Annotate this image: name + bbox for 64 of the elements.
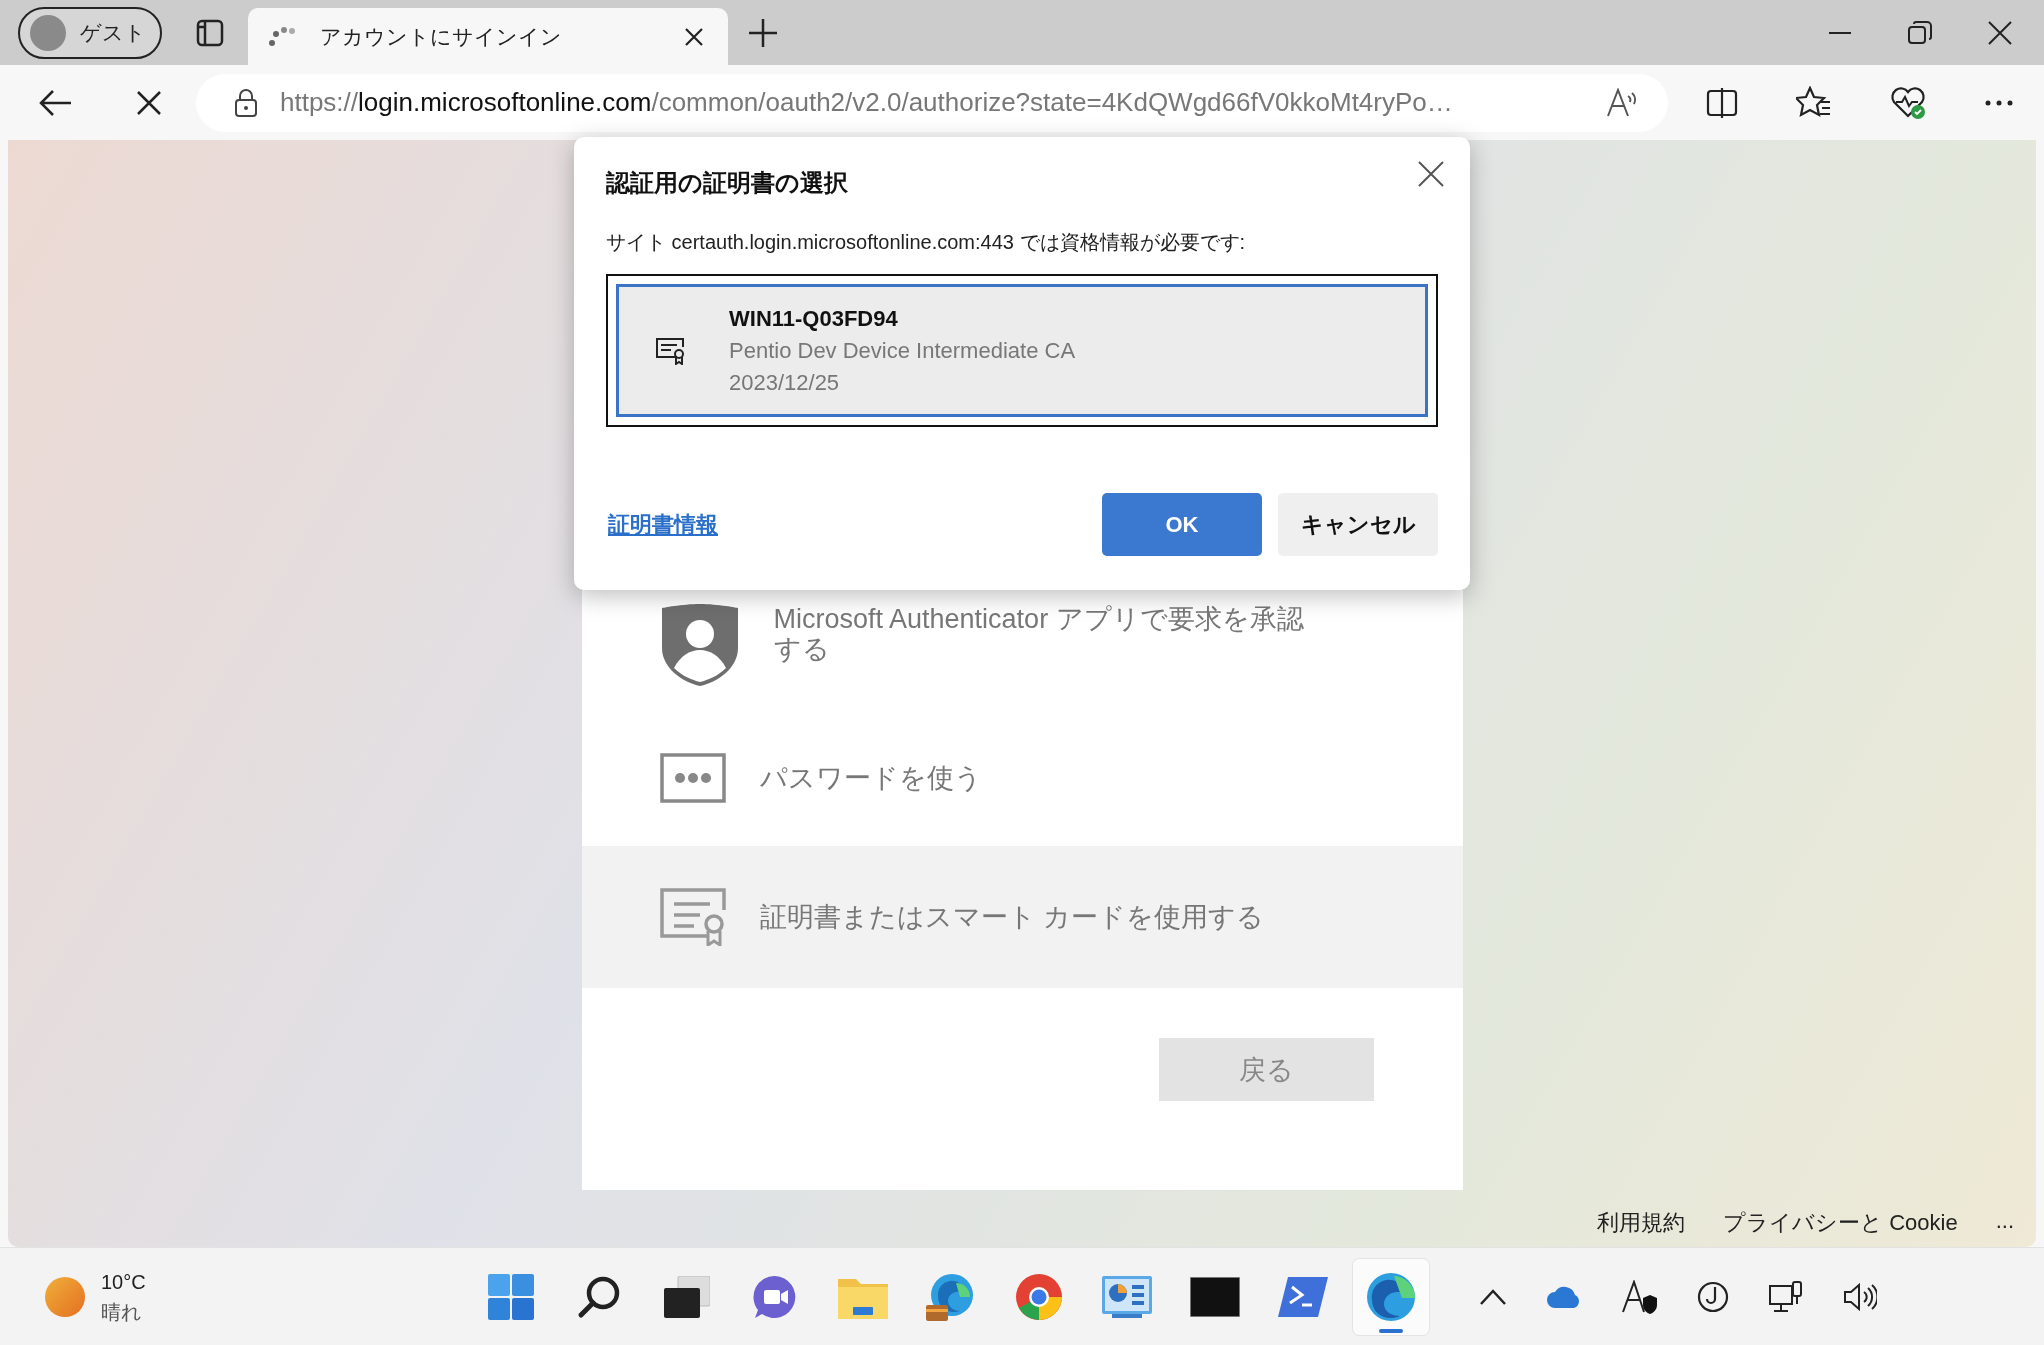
chrome-icon [1015,1272,1063,1321]
certificate-item[interactable]: WIN11-Q03FD94 Pentio Dev Device Intermediate CA 2023/12/25 [616,284,1428,417]
taskbar-app-button[interactable] [1353,1258,1429,1335]
speaker-icon [1843,1282,1877,1311]
avatar-icon [30,14,66,51]
tab-title: アカウントにサインイン [320,23,563,50]
chevron-up-icon [1479,1287,1507,1306]
certificate-date: 2023/12/25 [729,368,841,397]
cloud-icon [1547,1285,1581,1308]
edge-briefcase-icon [926,1272,976,1321]
network-monitor-icon [1769,1280,1803,1313]
option-label: 証明書またはスマート カードを使用する [759,902,1265,932]
heart-check-icon [1890,85,1926,120]
browser-tab[interactable]: アカウントにサインイン [248,8,728,65]
temperature[interactable]: 10°C [101,1266,146,1297]
sign-in-option[interactable]: パスワードを使う [581,710,1463,846]
option-label: パスワードを使う [759,763,983,793]
plus-icon [748,17,778,48]
powershell-icon [1278,1276,1328,1317]
more-icon [1984,98,2014,107]
split-screen-icon [1706,87,1738,118]
stacked-windows-icon [664,1275,710,1318]
user-shield-icon [659,604,740,686]
sun-icon[interactable] [45,1276,85,1317]
minimize-icon [1828,31,1852,34]
star-list-icon [1796,85,1832,120]
control-panel-icon [1102,1275,1152,1318]
certificate-icon [655,336,685,365]
windows-logo-icon [488,1273,534,1320]
dialog-title: 認証用の証明書の選択 [606,168,848,198]
edge-icon [1366,1271,1416,1322]
certificate-info-link[interactable]: 証明書情報 [608,509,718,540]
loading-spinner-icon [268,26,296,47]
footer-link[interactable]: プライバシーと Cookie [1723,1208,1958,1238]
restore-icon [1908,20,1932,45]
close-icon [684,26,704,47]
close-icon [136,89,162,116]
clock-icon [1697,1280,1729,1313]
url-text: https://login.microsoftonline.com/common/oauth2/v2.0/authorize?state=4KdQWgd66fV0kkoMt4ryPo… [280,87,1454,118]
certificate-icon [659,888,726,946]
ok-button[interactable]: OK [1102,493,1262,556]
certificate-issuer: Pentio Dev Device Intermediate CA [729,336,1076,365]
address-bar[interactable]: https://login.microsoftonline.com/common/oauth2/v2.0/authorize?state=4KdQWgd66fV0kkoMt4ryPo… [196,73,1668,132]
video-chat-icon [752,1273,798,1320]
footer-link[interactable]: ... [1995,1208,2014,1238]
option-label: Microsoft Authenticator アプリで要求を承認する [773,604,1305,664]
sign-in-option[interactable]: Microsoft Authenticator アプリで要求を承認する [581,560,1463,710]
read-aloud-icon [1606,87,1638,118]
certificate-name: WIN11-Q03FD94 [729,304,899,333]
sign-in-option[interactable]: 証明書またはスマート カードを使用する [581,846,1463,988]
password-dots-icon [659,753,726,803]
terminal-icon [1190,1276,1240,1317]
back-arrow-icon [38,88,72,117]
lock-icon [234,87,258,118]
weather-condition[interactable]: 晴れ [101,1296,146,1327]
font-shield-icon [1621,1279,1657,1314]
search-icon [577,1274,621,1319]
footer-link[interactable]: 利用規約 [1597,1208,1686,1238]
profile-button[interactable]: ゲスト [18,6,162,59]
close-icon [1418,161,1444,187]
cancel-button[interactable]: キャンセル [1278,493,1438,556]
close-icon [1988,20,2012,45]
tab-panel-icon [196,18,224,47]
dialog-message: サイト certauth.login.microsoftonline.com:443 では資格情報が必要です: [606,230,1247,255]
